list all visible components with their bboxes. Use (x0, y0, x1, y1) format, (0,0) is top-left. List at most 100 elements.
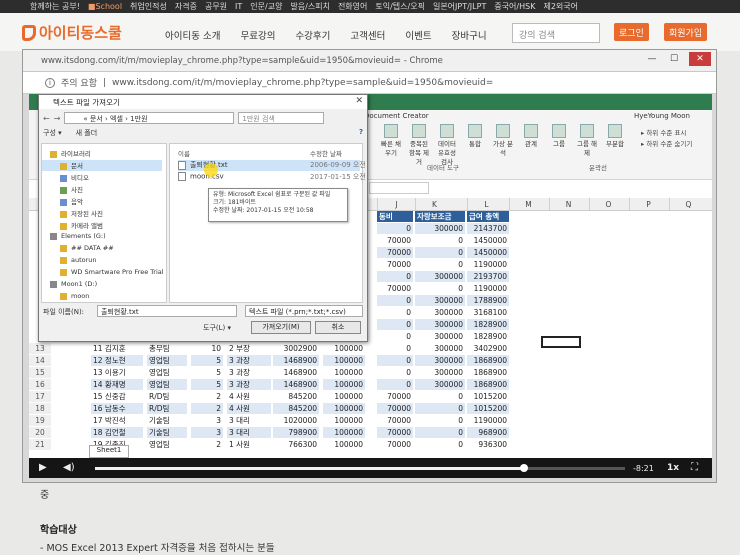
seek-handle[interactable] (520, 464, 529, 472)
nav-pane-item[interactable]: WD Smartware Pro Free Trial (42, 268, 164, 279)
table-cell[interactable]: 1828900 (467, 319, 509, 330)
table-cell[interactable]: 968900 (467, 427, 509, 438)
play-icon[interactable]: ▶ (39, 462, 47, 473)
table-cell[interactable]: 0 (377, 271, 413, 282)
nav-pane-item[interactable]: 사진 (42, 184, 162, 195)
table-cell[interactable]: 100000 (323, 379, 365, 390)
formula-bar[interactable] (369, 182, 429, 194)
table-cell[interactable]: 3002900 (273, 343, 319, 354)
table-cell[interactable]: 70000 (377, 283, 413, 294)
filename-input[interactable]: 출퇴현황.txt (97, 305, 237, 317)
top-link[interactable]: 인문/교양 (250, 1, 282, 12)
table-cell[interactable]: 5 (191, 355, 223, 366)
row-number[interactable]: 19 (29, 415, 51, 426)
maximize-button[interactable]: ☐ (665, 52, 683, 66)
join-button[interactable]: 회원가입 (664, 23, 708, 41)
new-folder-button[interactable]: 새 폴더 (76, 128, 98, 140)
table-cell[interactable]: 1868900 (467, 379, 509, 390)
table-cell[interactable]: 845200 (273, 391, 319, 402)
header-cell[interactable]: 급여 총액 (467, 211, 509, 222)
ribbon-button[interactable]: 중복된 항목 제거 (409, 124, 429, 167)
table-cell[interactable]: 0 (377, 343, 413, 354)
table-cell[interactable]: 100000 (323, 439, 365, 450)
column-letter[interactable]: L (467, 198, 505, 211)
ribbon-button[interactable]: 그룹 (549, 124, 569, 149)
column-letter[interactable]: N (549, 198, 587, 211)
table-cell[interactable]: 1868900 (467, 355, 509, 366)
nav-pane-item[interactable]: autorun (42, 256, 162, 267)
table-cell[interactable]: 10 (191, 343, 223, 354)
table-cell[interactable]: 영업팀 (147, 367, 187, 378)
ribbon-button[interactable]: 데이터 유효성 검사 (437, 124, 457, 167)
table-cell[interactable]: 1 사원 (227, 439, 271, 450)
row-number[interactable]: 16 (29, 379, 51, 390)
table-cell[interactable]: 4 사원 (227, 403, 271, 414)
table-cell[interactable]: 300000 (415, 331, 465, 342)
fullscreen-icon[interactable]: ⛶ (691, 462, 698, 473)
table-cell[interactable]: 2143700 (467, 223, 509, 234)
table-cell[interactable]: 2 (191, 439, 223, 450)
table-cell[interactable]: 0 (415, 439, 465, 450)
table-cell[interactable]: 100000 (323, 367, 365, 378)
dialog-search-input[interactable]: 1만원 검색 (238, 112, 325, 124)
table-cell[interactable]: 3168100 (467, 307, 509, 318)
forward-arrow-icon[interactable]: → (54, 114, 61, 123)
table-cell[interactable]: 16 남동수 (91, 403, 143, 414)
table-cell[interactable]: 300000 (415, 295, 465, 306)
table-cell[interactable]: 100000 (323, 415, 365, 426)
col-date-header[interactable]: 수정한 날짜 (310, 148, 342, 158)
table-cell[interactable]: 15 신중감 (91, 391, 143, 402)
nav-pane-item[interactable]: Elements (G:) (42, 232, 162, 243)
dialog-close-icon[interactable]: ✕ (355, 96, 363, 106)
table-cell[interactable]: 100000 (323, 427, 365, 438)
table-cell[interactable]: 0 (415, 259, 465, 270)
table-cell[interactable]: 17 박진석 (91, 415, 143, 426)
table-cell[interactable]: 영업팀 (147, 355, 187, 366)
table-cell[interactable]: R/D팀 (147, 403, 187, 414)
table-cell[interactable]: 300000 (415, 379, 465, 390)
table-cell[interactable]: 13 이용기 (91, 367, 143, 378)
table-cell[interactable]: 3 과장 (227, 379, 271, 390)
table-cell[interactable]: 936300 (467, 439, 509, 450)
table-cell[interactable]: 2 (191, 403, 223, 414)
table-cell[interactable]: 1190000 (467, 283, 509, 294)
table-cell[interactable]: 70000 (377, 235, 413, 246)
table-cell[interactable]: 1450000 (467, 247, 509, 258)
minimize-button[interactable]: — (643, 52, 661, 66)
ribbon-button[interactable]: 부분합 (605, 124, 625, 149)
table-cell[interactable]: 300000 (415, 307, 465, 318)
address-bar[interactable]: i 주의 요함 | www.itsdong.com/it/m/movieplay… (23, 72, 716, 94)
table-cell[interactable]: 70000 (377, 259, 413, 270)
table-cell[interactable]: 2193700 (467, 271, 509, 282)
selected-cell[interactable] (541, 336, 581, 348)
table-cell[interactable]: 0 (415, 427, 465, 438)
top-link[interactable]: 토익/텝스/오픽 (375, 1, 425, 12)
table-cell[interactable]: 18 김언철 (91, 427, 143, 438)
table-cell[interactable]: 2 (191, 391, 223, 402)
table-cell[interactable]: 300000 (415, 343, 465, 354)
show-detail-item[interactable]: ▸ 하위 수준 표시 (641, 128, 692, 139)
nav-pane-item[interactable]: ## DATA ## (42, 244, 162, 255)
column-letter[interactable]: M (509, 198, 547, 211)
row-number[interactable]: 17 (29, 391, 51, 402)
table-cell[interactable]: 100000 (323, 355, 365, 366)
table-cell[interactable]: 845200 (273, 403, 319, 414)
table-cell[interactable]: 1190000 (467, 415, 509, 426)
table-cell[interactable]: 1468900 (273, 355, 319, 366)
file-type-select[interactable]: 텍스트 파일 (*.prn;*.txt;*.csv) (245, 305, 363, 317)
dialog-path-input[interactable]: « 문서 › 엑셀 › 1만원 (64, 112, 235, 124)
table-cell[interactable]: 766300 (273, 439, 319, 450)
table-cell[interactable]: 0 (415, 235, 465, 246)
table-cell[interactable]: 0 (377, 319, 413, 330)
table-cell[interactable]: 300000 (415, 271, 465, 282)
table-cell[interactable]: 0 (377, 331, 413, 342)
back-arrow-icon[interactable]: ← (43, 114, 50, 123)
table-cell[interactable]: 0 (377, 367, 413, 378)
help-icon[interactable]: ? (359, 128, 363, 140)
table-cell[interactable]: 총무팀 (147, 343, 187, 354)
row-number[interactable]: 13 (29, 343, 51, 354)
table-cell[interactable]: 1468900 (273, 367, 319, 378)
ribbon-button[interactable]: 관계 (521, 124, 541, 149)
table-cell[interactable]: 1020000 (273, 415, 319, 426)
table-cell[interactable]: 100000 (323, 391, 365, 402)
